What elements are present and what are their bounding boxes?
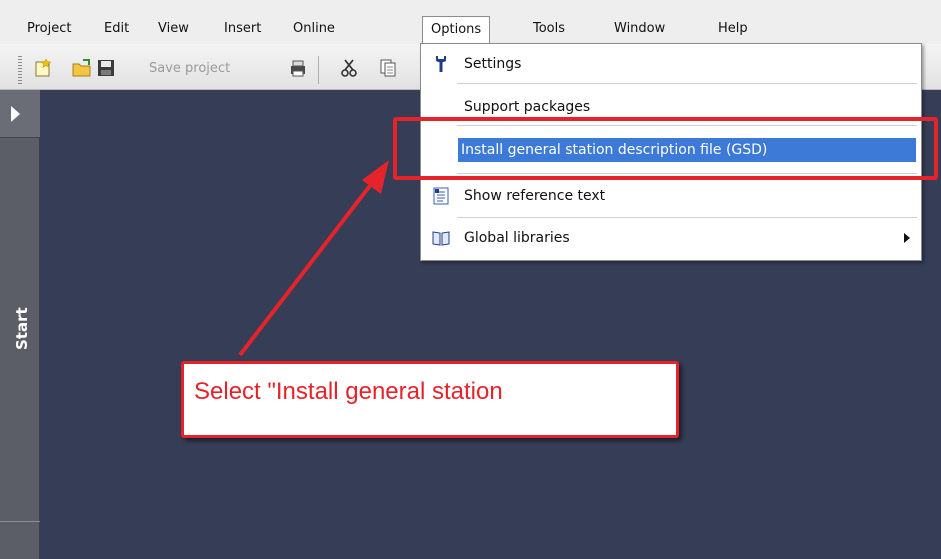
annotation-callout: Select "Install general station [181,361,679,438]
callout-text: Select "Install general station [194,378,503,405]
annotation-arrow [238,160,389,357]
